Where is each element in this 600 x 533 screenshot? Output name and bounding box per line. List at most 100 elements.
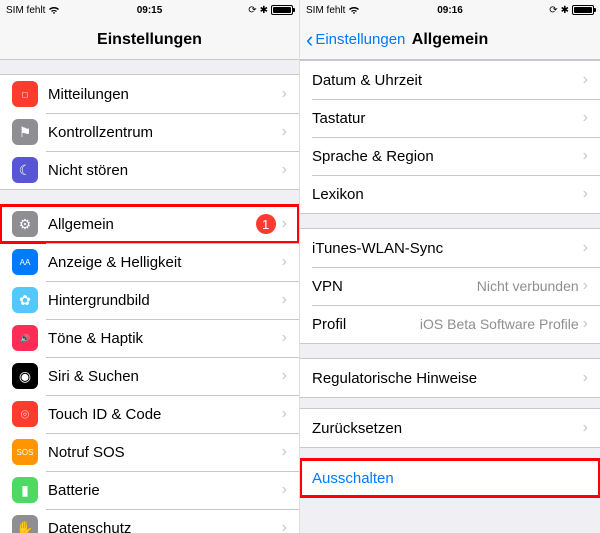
chevron-right-icon: › bbox=[282, 367, 287, 385]
privacy-icon: ✋ bbox=[12, 515, 38, 533]
row-dictionary[interactable]: Lexikon› bbox=[300, 175, 600, 213]
wifi-icon bbox=[48, 5, 60, 15]
badge: 1 bbox=[256, 214, 276, 234]
control-center-icon: ⚑ bbox=[12, 119, 38, 145]
chevron-right-icon: › bbox=[583, 147, 588, 165]
row-label: iTunes-WLAN-Sync bbox=[312, 240, 583, 257]
chevron-right-icon: › bbox=[583, 185, 588, 203]
chevron-right-icon: › bbox=[583, 277, 588, 295]
chevron-right-icon: › bbox=[583, 109, 588, 127]
row-label: Töne & Haptik bbox=[48, 330, 282, 347]
row-value: iOS Beta Software Profile bbox=[420, 316, 579, 332]
row-wallpaper[interactable]: ✿ Hintergrundbild› bbox=[0, 281, 299, 319]
chevron-right-icon: › bbox=[282, 519, 287, 533]
battery-icon: ▮ bbox=[12, 477, 38, 503]
chevron-right-icon: › bbox=[282, 85, 287, 103]
row-profile[interactable]: ProfiliOS Beta Software Profile› bbox=[300, 305, 600, 343]
status-bar: SIM fehlt 09:16 ⟳ ✱ bbox=[300, 0, 600, 20]
display-icon: AA bbox=[12, 249, 38, 275]
row-label: Notruf SOS bbox=[48, 444, 282, 461]
wallpaper-icon: ✿ bbox=[12, 287, 38, 313]
row-label: Profil bbox=[312, 316, 420, 333]
row-label: Touch ID & Code bbox=[48, 406, 282, 423]
row-shutdown[interactable]: Ausschalten bbox=[300, 459, 600, 497]
nav-bar: Einstellungen bbox=[0, 20, 299, 60]
chevron-right-icon: › bbox=[282, 329, 287, 347]
row-label: Hintergrundbild bbox=[48, 292, 282, 309]
settings-list: ◻︎Mitteilungen›⚑Kontrollzentrum›☾Nicht s… bbox=[0, 74, 299, 533]
row-date-time[interactable]: Datum & Uhrzeit› bbox=[300, 61, 600, 99]
row-label: Batterie bbox=[48, 482, 282, 499]
row-label: Zurücksetzen bbox=[312, 420, 583, 437]
row-language-region[interactable]: Sprache & Region› bbox=[300, 137, 600, 175]
chevron-right-icon: › bbox=[282, 161, 287, 179]
do-not-disturb-icon: ☾ bbox=[12, 157, 38, 183]
row-label: Mitteilungen bbox=[48, 86, 282, 103]
back-button[interactable]: ‹ Einstellungen bbox=[300, 29, 405, 51]
siri-icon: ◉ bbox=[12, 363, 38, 389]
row-do-not-disturb[interactable]: ☾ Nicht stören› bbox=[0, 151, 299, 189]
row-label: Tastatur bbox=[312, 110, 583, 127]
chevron-right-icon: › bbox=[583, 239, 588, 257]
chevron-right-icon: › bbox=[282, 405, 287, 423]
status-bar: SIM fehlt 09:15 ⟳ ✱ bbox=[0, 0, 299, 20]
row-itunes-wifi-sync[interactable]: iTunes-WLAN-Sync› bbox=[300, 229, 600, 267]
row-notifications[interactable]: ◻︎ Mitteilungen› bbox=[0, 75, 299, 113]
general-icon: ⚙ bbox=[12, 211, 38, 237]
row-battery[interactable]: ▮ Batterie› bbox=[0, 471, 299, 509]
lock-rotation-icon: ⟳ bbox=[549, 5, 557, 16]
sounds-icon: 🔊 bbox=[12, 325, 38, 351]
row-label: Nicht stören bbox=[48, 162, 282, 179]
bluetooth-icon: ✱ bbox=[260, 5, 268, 16]
chevron-right-icon: › bbox=[583, 315, 588, 333]
row-label: Siri & Suchen bbox=[48, 368, 282, 385]
row-label: Allgemein bbox=[48, 216, 256, 233]
row-label: Kontrollzentrum bbox=[48, 124, 282, 141]
carrier-text: SIM fehlt bbox=[306, 5, 345, 16]
chevron-right-icon: › bbox=[583, 419, 588, 437]
chevron-right-icon: › bbox=[282, 253, 287, 271]
row-label: Sprache & Region bbox=[312, 148, 583, 165]
row-vpn[interactable]: VPNNicht verbunden› bbox=[300, 267, 600, 305]
settings-screen: SIM fehlt 09:15 ⟳ ✱ Einstellungen ◻︎ Mitt… bbox=[0, 0, 300, 533]
row-label: Datenschutz bbox=[48, 520, 282, 533]
row-regulatory[interactable]: Regulatorische Hinweise› bbox=[300, 359, 600, 397]
bluetooth-icon: ✱ bbox=[561, 5, 569, 16]
battery-icon bbox=[271, 5, 293, 15]
touchid-icon: ⌾ bbox=[12, 401, 38, 427]
row-label: VPN bbox=[312, 278, 477, 295]
general-screen: SIM fehlt 09:16 ⟳ ✱ ‹ Einstellungen Allg… bbox=[300, 0, 600, 533]
sos-icon: SOS bbox=[12, 439, 38, 465]
row-control-center[interactable]: ⚑ Kontrollzentrum› bbox=[0, 113, 299, 151]
row-reset[interactable]: Zurücksetzen› bbox=[300, 409, 600, 447]
chevron-left-icon: ‹ bbox=[306, 29, 313, 51]
chevron-right-icon: › bbox=[282, 291, 287, 309]
row-general[interactable]: ⚙ Allgemein1 › bbox=[0, 205, 299, 243]
notifications-icon: ◻︎ bbox=[12, 81, 38, 107]
chevron-right-icon: › bbox=[282, 123, 287, 141]
row-siri[interactable]: ◉ Siri & Suchen› bbox=[0, 357, 299, 395]
chevron-right-icon: › bbox=[282, 215, 287, 233]
row-touchid[interactable]: ⌾ Touch ID & Code› bbox=[0, 395, 299, 433]
row-sounds[interactable]: 🔊 Töne & Haptik› bbox=[0, 319, 299, 357]
status-time: 09:16 bbox=[437, 5, 463, 16]
lock-rotation-icon: ⟳ bbox=[248, 5, 256, 16]
general-list: Datum & Uhrzeit›Tastatur›Sprache & Regio… bbox=[300, 60, 600, 498]
status-time: 09:15 bbox=[137, 5, 163, 16]
row-label: Datum & Uhrzeit bbox=[312, 72, 583, 89]
row-label: Anzeige & Helligkeit bbox=[48, 254, 282, 271]
row-privacy[interactable]: ✋ Datenschutz› bbox=[0, 509, 299, 533]
row-display[interactable]: AA Anzeige & Helligkeit› bbox=[0, 243, 299, 281]
row-label: Regulatorische Hinweise bbox=[312, 370, 583, 387]
chevron-right-icon: › bbox=[282, 481, 287, 499]
back-label: Einstellungen bbox=[315, 31, 405, 48]
row-keyboard[interactable]: Tastatur› bbox=[300, 99, 600, 137]
row-sos[interactable]: SOS Notruf SOS› bbox=[0, 433, 299, 471]
chevron-right-icon: › bbox=[583, 369, 588, 387]
nav-title: Einstellungen bbox=[97, 31, 202, 49]
row-label: Lexikon bbox=[312, 186, 583, 203]
chevron-right-icon: › bbox=[282, 443, 287, 461]
battery-icon bbox=[572, 5, 594, 15]
row-value: Nicht verbunden bbox=[477, 278, 579, 294]
nav-title: Allgemein bbox=[412, 31, 488, 49]
